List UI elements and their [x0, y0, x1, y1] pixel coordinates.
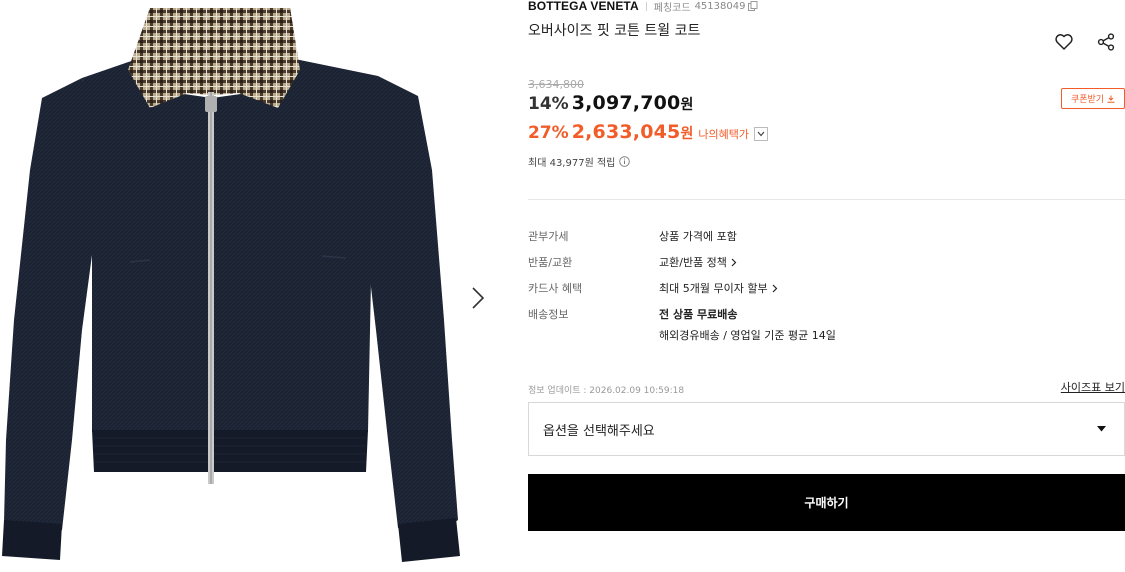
brand-name[interactable]: BOTTEGA VENETA [528, 0, 639, 13]
benefit-toggle-button[interactable] [753, 127, 768, 141]
spec-value: 교환/반품 정책 [659, 256, 727, 269]
chevron-right-icon [772, 284, 777, 292]
heart-icon[interactable] [1054, 32, 1074, 52]
currency-unit: 원 [680, 97, 694, 113]
spec-value: 상품 가격에 포함 [659, 230, 737, 243]
spec-value-secondary: 해외경유배송 / 영업일 기준 평균 14일 [659, 329, 836, 342]
spec-label: 카드사 혜택 [528, 282, 583, 295]
chevron-right-icon [731, 258, 737, 266]
option-select[interactable]: 옵션을 선택해주세요 [528, 402, 1125, 456]
update-timestamp: 정보 업데이트 : 2026.02.09 10:59:18 [528, 386, 685, 396]
buy-button[interactable]: 구매하기 [528, 474, 1125, 531]
brand-row: BOTTEGA VENETA 페칭코드 45138049 [528, 0, 758, 14]
caret-down-icon [1097, 426, 1106, 432]
discount-rate: 14% [528, 94, 569, 114]
product-info-panel: BOTTEGA VENETA 페칭코드 45138049 오버사이즈 핏 코튼 … [528, 0, 1125, 572]
section-divider [528, 199, 1125, 200]
benefit-price: 2,633,045 [571, 121, 681, 143]
product-gallery [0, 0, 460, 572]
spec-label: 관부가세 [528, 230, 569, 243]
option-placeholder: 옵션을 선택해주세요 [543, 423, 655, 439]
coupon-label: 쿠폰받기 [1070, 95, 1105, 105]
points-info: 최대 43,977원 적립 [528, 154, 631, 169]
spec-label: 반품/교환 [528, 256, 573, 269]
chevron-right-icon [472, 287, 485, 309]
currency-unit: 원 [680, 126, 694, 142]
spec-row-card: 카드사 혜택 최대 5개월 무이자 할부 [528, 280, 1125, 296]
product-code-label: 페칭코드 [653, 2, 691, 14]
spec-row-return: 반품/교환 교환/반품 정책 [528, 254, 1125, 270]
coupon-button[interactable]: 쿠폰받기 [1061, 88, 1125, 109]
return-policy-link[interactable]: 교환/반품 정책 [659, 254, 737, 270]
benefit-price-row: 27% 2,633,045 원 나의혜택가 [528, 121, 768, 143]
download-icon [1107, 95, 1115, 103]
chevron-down-icon [757, 131, 765, 137]
sale-price: 3,097,700 [571, 92, 681, 114]
benefit-rate: 27% [528, 123, 569, 143]
size-guide-link[interactable]: 사이즈표 보기 [1061, 379, 1125, 395]
product-image [2, 8, 460, 562]
product-code-value: 45138049 [694, 0, 746, 12]
spec-value: 전 상품 무료배송 [659, 308, 738, 321]
spec-value: 최대 5개월 무이자 할부 [659, 282, 768, 295]
product-title: 오버사이즈 핏 코튼 트윌 코트 [528, 23, 701, 39]
spec-label: 배송정보 [528, 308, 569, 321]
sale-price-row: 14% 3,097,700 원 [528, 92, 693, 114]
next-image-button[interactable] [466, 284, 490, 312]
original-price: 3,634,800 [528, 78, 584, 91]
my-benefit-label: 나의혜택가 [698, 128, 749, 141]
spec-row-shipping: 배송정보 전 상품 무료배송 해외경유배송 / 영업일 기준 평균 14일 [528, 306, 1125, 346]
info-icon[interactable] [619, 156, 631, 167]
divider [645, 1, 647, 11]
spec-row-duty: 관부가세 상품 가격에 포함 [528, 228, 1125, 244]
copy-icon[interactable] [748, 1, 758, 11]
share-icon[interactable] [1096, 32, 1116, 52]
card-benefit-link[interactable]: 최대 5개월 무이자 할부 [659, 280, 778, 296]
points-text: 최대 43,977원 적립 [528, 158, 616, 169]
